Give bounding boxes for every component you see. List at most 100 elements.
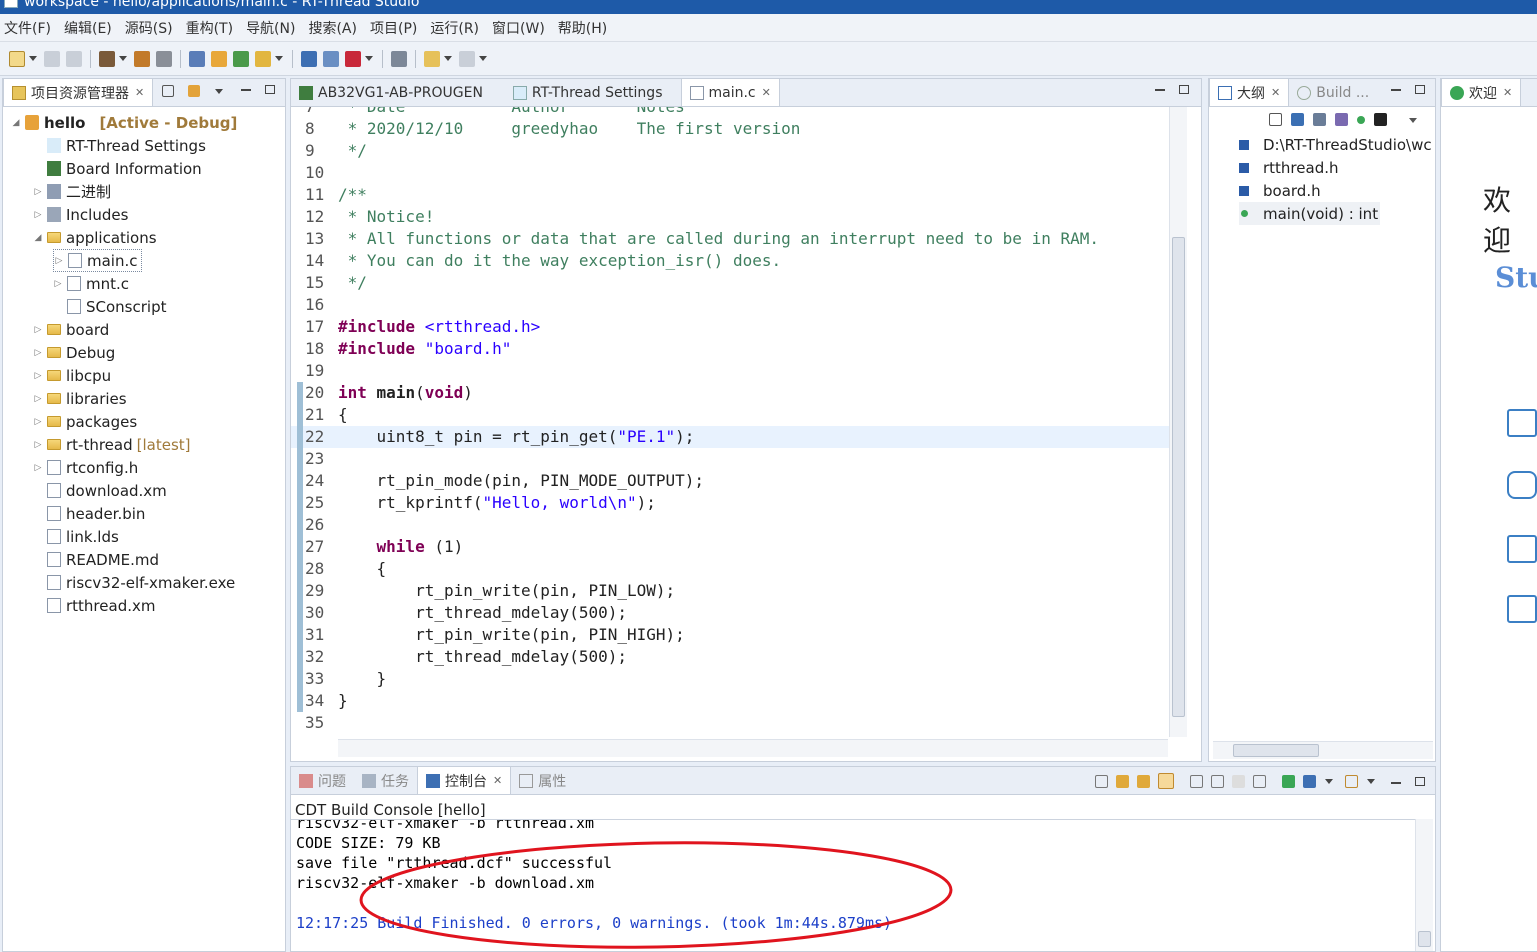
tree-item[interactable]: Board Information (33, 157, 202, 180)
close-icon[interactable]: ✕ (762, 86, 771, 99)
tab-properties[interactable]: 属性 (511, 768, 574, 794)
code-line[interactable]: 15 */ (291, 272, 1169, 294)
tree-item[interactable]: ▷ board (33, 318, 110, 341)
code-line[interactable]: 30 rt_thread_mdelay(500); (291, 602, 1169, 624)
console-select-icon[interactable] (1303, 774, 1316, 788)
code-line[interactable]: 22 uint8_t pin = rt_pin_get("PE.1"); (291, 426, 1169, 448)
tree-item[interactable]: download.xm (33, 479, 167, 502)
video-icon[interactable] (1507, 535, 1537, 563)
scroll-lock-icon[interactable] (1158, 773, 1174, 789)
outline-item[interactable]: D:\RT-ThreadStudio\wc (1239, 133, 1432, 156)
code-line[interactable]: 12 * Notice! (291, 206, 1169, 228)
menu-run[interactable]: 运行(R) (430, 18, 479, 38)
prev-error-icon[interactable] (1137, 774, 1150, 788)
outline-item[interactable]: rtthread.h (1239, 156, 1339, 179)
tab-rt-thread-settings[interactable]: RT-Thread Settings (505, 80, 671, 106)
tree-item[interactable]: rtthread.xm (33, 594, 155, 617)
code-line[interactable]: 16 (291, 294, 1169, 316)
code-line[interactable]: 20 int main(void) (291, 382, 1169, 404)
new-console-dropdown-icon[interactable] (1367, 778, 1375, 784)
tab-build[interactable]: Build ... (1289, 80, 1377, 106)
word-wrap-icon[interactable] (1190, 774, 1203, 788)
outline-item-selected[interactable]: main(void) : int (1239, 202, 1381, 225)
outline-item[interactable]: board.h (1239, 179, 1321, 202)
tree-item[interactable]: ▷ rtconfig.h (33, 456, 139, 479)
maximize-icon[interactable] (1415, 85, 1425, 94)
open-console-icon[interactable] (1282, 774, 1295, 788)
code-editor[interactable]: 7 * Date Author Notes8 * 2020/12/10 gree… (291, 107, 1169, 737)
build-dropdown-icon[interactable] (119, 56, 127, 61)
code-line[interactable]: 27 while (1) (291, 536, 1169, 558)
debug-icon[interactable] (211, 50, 227, 67)
tab-outline[interactable]: 大纲 ✕ (1209, 78, 1290, 106)
tab-console[interactable]: 控制台 ✕ (417, 766, 512, 794)
code-line[interactable]: 24 rt_pin_mode(pin, PIN_MODE_OUTPUT); (291, 470, 1169, 492)
tree-item[interactable]: ▷ libraries (33, 387, 127, 410)
terminal-icon[interactable] (301, 50, 317, 67)
new-console-icon[interactable] (1345, 774, 1358, 788)
menu-refactor[interactable]: 重构(T) (186, 18, 233, 38)
config-icon[interactable] (189, 50, 205, 67)
new-project-icon[interactable] (1507, 409, 1537, 437)
flash-dropdown-icon[interactable] (275, 56, 283, 61)
tree-item[interactable]: ▷ 二进制 (33, 180, 111, 203)
minimize-icon[interactable] (1155, 89, 1165, 91)
display-console-icon[interactable] (1253, 774, 1266, 788)
code-line[interactable]: 32 rt_thread_mdelay(500); (291, 646, 1169, 668)
tree-item[interactable]: ▷ libcpu (33, 364, 112, 387)
pin-console-icon[interactable] (1211, 774, 1224, 788)
close-icon[interactable]: ✕ (135, 86, 144, 99)
collapse-all-icon[interactable] (162, 85, 174, 97)
save-all-icon[interactable] (66, 50, 82, 67)
menu-search[interactable]: 搜索(A) (308, 18, 357, 38)
tree-item[interactable]: link.lds (33, 525, 119, 548)
console-toggle-icon[interactable] (391, 50, 407, 67)
back-dropdown-icon[interactable] (444, 56, 452, 61)
tree-item[interactable]: ▷ mnt.c (53, 272, 129, 295)
tab-problems[interactable]: 问题 (291, 768, 354, 794)
menu-source[interactable]: 源码(S) (125, 18, 173, 38)
code-line[interactable]: 17 #include <rtthread.h> (291, 316, 1169, 338)
tree-item[interactable]: header.bin (33, 502, 145, 525)
console-vertical-scrollbar[interactable] (1415, 819, 1433, 951)
close-icon[interactable]: ✕ (1503, 86, 1512, 99)
new-dropdown-icon[interactable] (29, 56, 37, 61)
download-icon[interactable] (233, 50, 249, 67)
menu-project[interactable]: 项目(P) (370, 18, 417, 38)
tree-item[interactable]: SConscript (53, 295, 166, 318)
menu-file[interactable]: 文件(F) (4, 18, 51, 38)
hide-static-icon[interactable] (1335, 113, 1348, 126)
tree-item[interactable]: ▷ packages (33, 410, 138, 433)
scrollbar-thumb[interactable] (1172, 237, 1185, 717)
console-dropdown-icon[interactable] (1325, 778, 1333, 784)
build-hammer-icon[interactable] (99, 50, 115, 67)
tree-item[interactable]: ◢ applications (33, 226, 157, 249)
code-line[interactable]: 25 rt_kprintf("Hello, world\n"); (291, 492, 1169, 514)
hide-macros-icon[interactable] (1374, 113, 1387, 126)
hide-nonpublic-icon[interactable] (1357, 116, 1365, 124)
tab-ab32vg1[interactable]: AB32VG1-AB-PROUGEN (291, 80, 491, 106)
tab-project-explorer[interactable]: 项目资源管理器 ✕ (3, 78, 154, 106)
code-line[interactable]: 21 { (291, 404, 1169, 426)
menu-edit[interactable]: 编辑(E) (64, 18, 112, 38)
scrollbar-thumb[interactable] (1233, 744, 1319, 757)
editor-vertical-scrollbar[interactable] (1169, 107, 1187, 737)
forward-arrow-icon[interactable] (459, 50, 475, 67)
forward-dropdown-icon[interactable] (479, 56, 487, 61)
tree-item-project[interactable]: ◢ hello [Active - Debug] (11, 111, 238, 134)
code-line[interactable]: 23 (291, 448, 1169, 470)
tree-item[interactable]: ▷ rt-thread [latest] (33, 433, 191, 456)
collapse-arrow-icon[interactable]: ◢ (11, 118, 21, 128)
tree-item[interactable]: riscv32-elf-xmaker.exe (33, 571, 235, 594)
tree-item[interactable]: ▷ Includes (33, 203, 129, 226)
code-line[interactable]: 34} (291, 690, 1169, 712)
stop-dropdown-icon[interactable] (365, 56, 373, 61)
code-line[interactable]: 35 (291, 712, 1169, 734)
tab-welcome[interactable]: 欢迎 ✕ (1441, 78, 1522, 106)
scrollbar-thumb[interactable] (1418, 931, 1431, 947)
code-line[interactable]: 8 * 2020/12/10 greedyhao The first versi… (291, 118, 1169, 140)
hide-fields-icon[interactable] (1313, 113, 1326, 126)
code-line[interactable]: 28 { (291, 558, 1169, 580)
code-line[interactable]: 31 rt_pin_write(pin, PIN_HIGH); (291, 624, 1169, 646)
view-menu-icon[interactable] (215, 89, 223, 94)
